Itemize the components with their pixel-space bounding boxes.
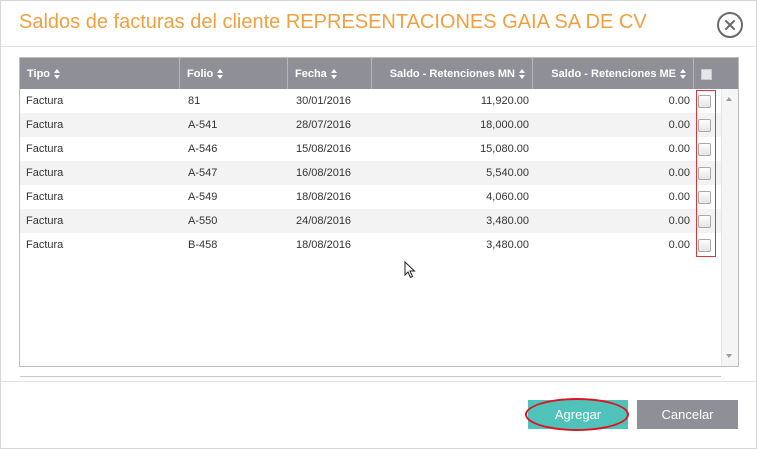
- cell-fecha: 28/07/2016: [296, 119, 352, 131]
- column-header-label: Saldo - Retenciones ME: [551, 67, 676, 80]
- cell-saldo-mn: 15,080.00: [480, 143, 529, 155]
- cell-fecha: 18/08/2016: [296, 239, 352, 251]
- cell-tipo: Factura: [26, 191, 64, 203]
- grid-header: Tipo Folio Fecha Saldo - Retenciones MN …: [20, 58, 738, 89]
- close-button[interactable]: [717, 12, 743, 38]
- footer-divider: [1, 381, 756, 382]
- column-header-label: Tipo: [27, 67, 51, 80]
- row-checkbox[interactable]: [698, 167, 711, 180]
- cell-folio: A-541: [188, 119, 218, 131]
- agregar-button[interactable]: Agregar: [528, 400, 628, 429]
- column-header-label: Folio: [187, 67, 214, 80]
- cell-folio: A-549: [188, 191, 218, 203]
- invoice-balances-dialog: Saldos de facturas del cliente REPRESENT…: [0, 0, 757, 449]
- column-header-label: Saldo - Retenciones MN: [389, 67, 515, 80]
- cell-saldo-me: 0.00: [668, 119, 690, 131]
- table-row[interactable]: Factura B-458 18/08/2016 3,480.00 0.00: [20, 233, 721, 257]
- cell-saldo-mn: 18,000.00: [480, 119, 529, 131]
- invoices-grid: Tipo Folio Fecha Saldo - Retenciones MN …: [19, 57, 739, 377]
- cell-saldo-mn: 3,480.00: [486, 239, 529, 251]
- cell-saldo-mn: 5,540.00: [486, 167, 529, 179]
- cell-folio: A-546: [188, 143, 218, 155]
- scroll-up-icon[interactable]: [726, 97, 732, 101]
- row-checkbox[interactable]: [698, 119, 711, 132]
- column-header-saldo-mn[interactable]: Saldo - Retenciones MN: [372, 58, 533, 89]
- mouse-cursor-icon: [404, 261, 416, 279]
- vertical-scrollbar[interactable]: [721, 89, 738, 366]
- row-checkbox[interactable]: [698, 215, 711, 228]
- cell-folio: A-547: [188, 167, 218, 179]
- cell-saldo-me: 0.00: [668, 215, 690, 227]
- row-checkbox[interactable]: [698, 95, 711, 108]
- table-row[interactable]: Factura A-547 16/08/2016 5,540.00 0.00: [20, 161, 721, 185]
- cell-fecha: 15/08/2016: [296, 143, 352, 155]
- sort-icon: [519, 68, 526, 79]
- table-row[interactable]: Factura A-549 18/08/2016 4,060.00 0.00: [20, 185, 721, 209]
- title-divider: [1, 46, 756, 47]
- cell-tipo: Factura: [26, 167, 64, 179]
- cell-tipo: Factura: [26, 215, 64, 227]
- cell-tipo: Factura: [26, 143, 64, 155]
- column-header-tipo[interactable]: Tipo: [20, 58, 180, 89]
- row-checkbox[interactable]: [698, 143, 711, 156]
- column-header-fecha[interactable]: Fecha: [288, 58, 372, 89]
- close-icon: [725, 20, 735, 30]
- cell-tipo: Factura: [26, 239, 64, 251]
- grid-body: Factura 81 30/01/2016 11,920.00 0.00 Fac…: [20, 89, 721, 377]
- cell-folio: B-458: [188, 239, 218, 251]
- cell-tipo: Factura: [26, 95, 64, 107]
- cell-saldo-me: 0.00: [668, 95, 690, 107]
- cell-saldo-me: 0.00: [668, 191, 690, 203]
- cancelar-button[interactable]: Cancelar: [637, 400, 738, 429]
- cell-saldo-me: 0.00: [668, 143, 690, 155]
- dialog-title: Saldos de facturas del cliente REPRESENT…: [19, 11, 647, 33]
- cell-saldo-mn: 11,920.00: [480, 95, 529, 107]
- table-row[interactable]: Factura A-546 15/08/2016 15,080.00 0.00: [20, 137, 721, 161]
- grid-bottom-line: [20, 376, 721, 377]
- cell-saldo-me: 0.00: [668, 167, 690, 179]
- table-row[interactable]: Factura A-550 24/08/2016 3,480.00 0.00: [20, 209, 721, 233]
- sort-icon: [680, 68, 687, 79]
- row-checkbox[interactable]: [698, 191, 711, 204]
- scroll-down-icon[interactable]: [726, 354, 732, 358]
- column-header-folio[interactable]: Folio: [180, 58, 288, 89]
- cell-saldo-mn: 4,060.00: [486, 191, 529, 203]
- cell-fecha: 30/01/2016: [296, 95, 352, 107]
- table-row[interactable]: Factura 81 30/01/2016 11,920.00 0.00: [20, 89, 721, 113]
- row-checkbox[interactable]: [698, 239, 711, 252]
- select-all-checkbox[interactable]: [701, 69, 712, 80]
- cell-tipo: Factura: [26, 119, 64, 131]
- sort-icon: [54, 68, 61, 79]
- sort-icon: [330, 68, 338, 79]
- column-header-saldo-me[interactable]: Saldo - Retenciones ME: [533, 58, 694, 89]
- sort-icon: [217, 68, 224, 79]
- table-row[interactable]: Factura A-541 28/07/2016 18,000.00 0.00: [20, 113, 721, 137]
- column-header-label: Fecha: [295, 67, 327, 80]
- cell-folio: 81: [188, 95, 201, 107]
- cell-saldo-me: 0.00: [668, 239, 690, 251]
- cell-folio: A-550: [188, 215, 218, 227]
- cell-saldo-mn: 3,480.00: [486, 215, 529, 227]
- cell-fecha: 16/08/2016: [296, 167, 352, 179]
- cell-fecha: 18/08/2016: [296, 191, 352, 203]
- cell-fecha: 24/08/2016: [296, 215, 352, 227]
